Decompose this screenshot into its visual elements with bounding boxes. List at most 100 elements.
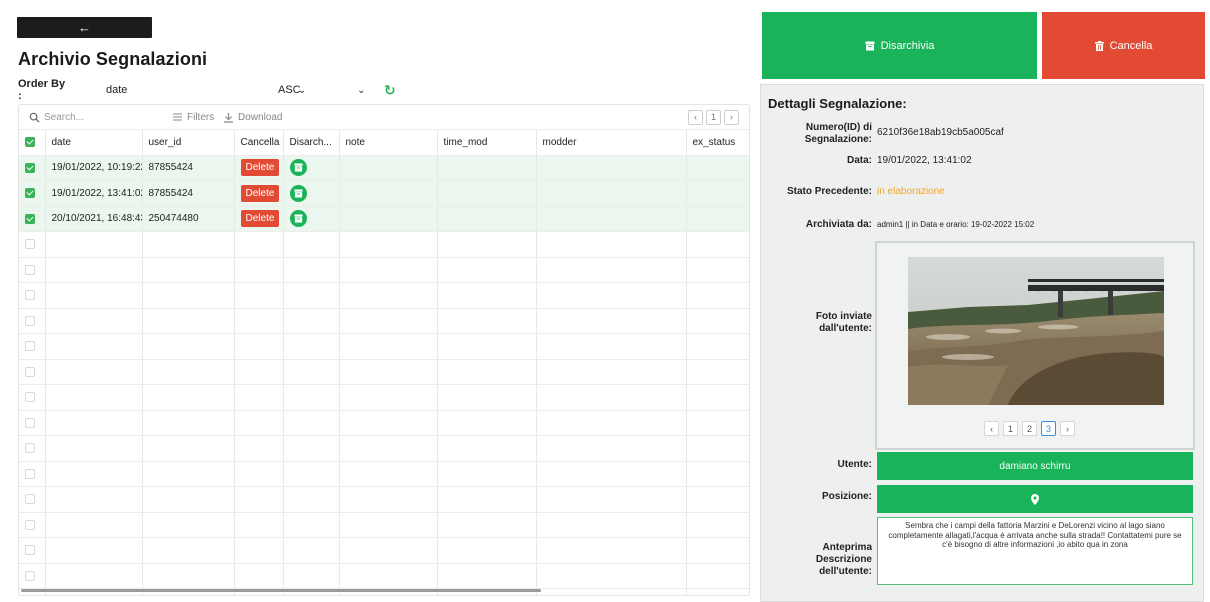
table-row[interactable] (19, 308, 749, 334)
utente-button[interactable]: damiano schirru (877, 452, 1193, 480)
empty-cell (686, 231, 749, 258)
data-grid: Search... Filters Download ‹ 1 › date us… (18, 104, 750, 596)
empty-cell (283, 384, 340, 411)
current-page[interactable]: 1 (706, 109, 721, 125)
search-input[interactable]: Search... (29, 112, 84, 123)
disarchivia-button[interactable]: Disarchivia (762, 12, 1037, 79)
empty-cell (686, 461, 749, 487)
row-checkbox[interactable] (19, 410, 46, 436)
unarchive-icon[interactable] (289, 159, 307, 177)
back-button[interactable]: ← (17, 17, 152, 38)
table-row[interactable] (19, 461, 749, 487)
table-row[interactable] (19, 231, 749, 258)
order-field-select[interactable]: date ⌄ (68, 84, 306, 96)
empty-cell (283, 410, 340, 436)
photo-page-3[interactable]: 3 (1041, 421, 1056, 436)
column-header-modder[interactable]: modder (536, 130, 687, 156)
delete-button[interactable]: Delete (240, 210, 280, 228)
empty-cell (283, 486, 340, 513)
column-header-user-id[interactable]: user_id (142, 130, 235, 156)
empty-cell (283, 257, 340, 283)
table-row[interactable] (19, 486, 749, 513)
row-checkbox[interactable] (19, 384, 46, 411)
table-row[interactable] (19, 282, 749, 309)
flood-photo[interactable] (908, 257, 1164, 405)
column-header-note[interactable]: note (339, 130, 438, 156)
empty-cell (142, 359, 235, 385)
horizontal-scrollbar[interactable] (21, 589, 541, 592)
empty-cell (234, 333, 284, 360)
table-row[interactable] (19, 537, 749, 564)
row-checkbox[interactable] (19, 333, 46, 360)
table-row[interactable] (19, 257, 749, 283)
row-checkbox[interactable] (19, 257, 46, 283)
table-row[interactable] (19, 563, 749, 589)
table-row[interactable]: 20/10/2021, 16:48:43 250474480 Delete (19, 206, 749, 232)
row-checkbox[interactable] (19, 486, 46, 513)
delete-button[interactable]: Delete (240, 184, 280, 202)
column-header-disarchivia[interactable]: Disarch... (283, 130, 340, 156)
table-row[interactable]: 19/01/2022, 10:19:22 87855424 Delete (19, 155, 749, 181)
table-row[interactable]: 19/01/2022, 13:41:02 87855424 Delete (19, 180, 749, 207)
refresh-icon[interactable]: ↻ (384, 82, 396, 99)
row-checkbox[interactable] (19, 308, 46, 334)
order-controls: Order By : date ⌄ ASC ⌄ ↻ (18, 78, 396, 102)
cell-modder (536, 206, 687, 232)
column-header-cancella[interactable]: Cancella (234, 130, 284, 156)
table-row[interactable] (19, 512, 749, 538)
row-checkbox[interactable] (19, 537, 46, 564)
unarchive-icon[interactable] (289, 184, 307, 202)
empty-cell (142, 410, 235, 436)
cell-ex-status (686, 155, 749, 181)
column-header-time-mod[interactable]: time_mod (437, 130, 537, 156)
select-all-checkbox[interactable] (19, 130, 46, 156)
empty-cell (45, 333, 143, 360)
table-row[interactable] (19, 384, 749, 411)
table-row[interactable] (19, 333, 749, 360)
id-label: Numero(ID) di Segnalazione: (767, 122, 872, 146)
row-checkbox[interactable] (19, 155, 46, 181)
row-checkbox[interactable] (19, 359, 46, 385)
row-checkbox[interactable] (19, 563, 46, 589)
empty-cell (339, 282, 438, 309)
empty-cell (142, 333, 235, 360)
order-direction-select[interactable]: ASC ⌄ (278, 84, 368, 96)
table-row[interactable] (19, 435, 749, 462)
table-row[interactable] (19, 359, 749, 385)
filters-button[interactable]: Filters (172, 112, 214, 123)
empty-cell (45, 231, 143, 258)
column-header-date[interactable]: date (45, 130, 143, 156)
row-checkbox[interactable] (19, 180, 46, 207)
posizione-button[interactable] (877, 485, 1193, 513)
photo-next-button[interactable]: › (1060, 421, 1075, 436)
table-row[interactable] (19, 410, 749, 436)
delete-button[interactable]: Delete (240, 159, 280, 177)
photo-prev-button[interactable]: ‹ (984, 421, 999, 436)
search-icon (29, 112, 40, 123)
empty-cell (437, 537, 537, 564)
prev-page-button[interactable]: ‹ (688, 109, 703, 125)
unarchive-icon[interactable] (289, 210, 307, 228)
row-checkbox[interactable] (19, 435, 46, 462)
details-title: Dettagli Segnalazione: (768, 96, 907, 111)
photo-page-2[interactable]: 2 (1022, 421, 1037, 436)
row-checkbox[interactable] (19, 282, 46, 309)
row-checkbox[interactable] (19, 461, 46, 487)
cancella-button[interactable]: Cancella (1042, 12, 1205, 79)
desc-label-line2: dell'utente: (819, 566, 872, 577)
photo-page-1[interactable]: 1 (1003, 421, 1018, 436)
next-page-button[interactable]: › (724, 109, 739, 125)
stato-value: in elaborazione (877, 186, 945, 197)
cell-date: 19/01/2022, 10:19:22 (45, 155, 143, 181)
empty-cell (142, 435, 235, 462)
column-header-ex-status[interactable]: ex_status (686, 130, 749, 156)
empty-cell (45, 435, 143, 462)
row-checkbox[interactable] (19, 206, 46, 232)
arrow-left-icon: ← (78, 20, 91, 35)
row-checkbox[interactable] (19, 512, 46, 538)
download-button[interactable]: Download (223, 112, 282, 123)
empty-cell (536, 257, 687, 283)
empty-cell (45, 359, 143, 385)
trash-icon (1094, 40, 1104, 51)
row-checkbox[interactable] (19, 231, 46, 258)
